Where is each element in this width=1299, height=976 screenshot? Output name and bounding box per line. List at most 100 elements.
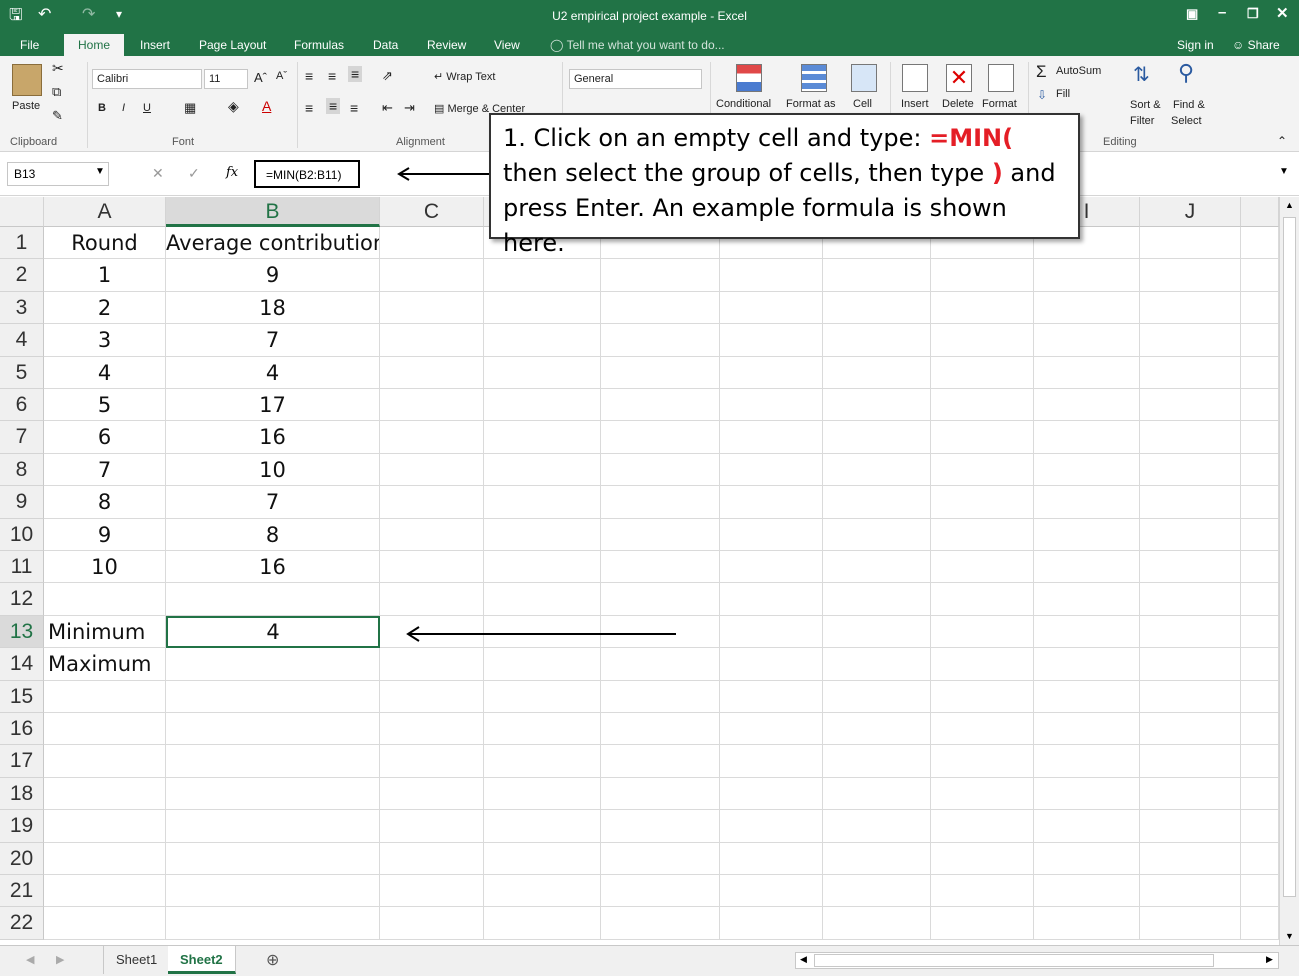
cell[interactable] xyxy=(720,745,823,778)
cell[interactable] xyxy=(1241,518,1279,551)
row-header[interactable]: 17 xyxy=(0,745,44,778)
cell[interactable] xyxy=(720,324,823,357)
cell[interactable] xyxy=(1241,842,1279,875)
cell[interactable] xyxy=(823,486,931,519)
share-button[interactable]: ☺ Share xyxy=(1232,38,1280,52)
cell[interactable] xyxy=(601,421,720,454)
align-middle-icon[interactable]: ≡ xyxy=(328,68,336,84)
cell[interactable] xyxy=(720,356,823,389)
fill-color-icon[interactable]: ◈ xyxy=(228,98,239,115)
format-cells-icon[interactable] xyxy=(988,64,1014,92)
conditional-formatting-button[interactable]: Conditional xyxy=(716,98,771,110)
cell[interactable] xyxy=(601,389,720,422)
format-painter-icon[interactable]: ✎ xyxy=(52,108,63,124)
cell[interactable] xyxy=(601,453,720,487)
cell[interactable] xyxy=(823,842,931,875)
cell[interactable] xyxy=(1140,615,1241,649)
cell-b10[interactable]: 8 xyxy=(166,518,380,551)
cell[interactable] xyxy=(1034,648,1140,681)
cell[interactable] xyxy=(1140,356,1241,389)
cell-a16[interactable] xyxy=(44,713,166,746)
cell[interactable] xyxy=(484,486,601,519)
cell-a19[interactable] xyxy=(44,810,166,843)
cell[interactable] xyxy=(484,648,601,681)
row-header[interactable]: 14 xyxy=(0,648,44,681)
cell[interactable] xyxy=(823,551,931,584)
italic-button[interactable]: I xyxy=(122,102,125,114)
insert-cells-button[interactable]: Insert xyxy=(901,98,929,110)
sheet-tab-sheet2[interactable]: Sheet2 xyxy=(168,946,236,974)
cell[interactable] xyxy=(823,291,931,325)
cell[interactable] xyxy=(720,551,823,584)
cell-b19[interactable] xyxy=(166,810,380,843)
cell[interactable] xyxy=(484,324,601,357)
cell-b22[interactable] xyxy=(166,907,380,940)
cell[interactable] xyxy=(823,907,931,940)
cell[interactable] xyxy=(1241,615,1279,649)
row-header[interactable]: 11 xyxy=(0,551,44,584)
cell[interactable] xyxy=(1140,453,1241,487)
cell[interactable] xyxy=(931,745,1034,778)
cell[interactable] xyxy=(1140,551,1241,584)
delete-cells-icon[interactable]: ✕ xyxy=(946,64,972,92)
cell-b12[interactable] xyxy=(166,583,380,616)
row-header[interactable]: 10 xyxy=(0,518,44,551)
cell[interactable] xyxy=(823,713,931,746)
autosum-button[interactable]: AutoSum xyxy=(1056,65,1101,77)
cell[interactable] xyxy=(1140,842,1241,875)
cell-styles-button[interactable]: Cell xyxy=(853,98,872,110)
autosum-icon[interactable]: Σ xyxy=(1036,62,1047,82)
cell[interactable] xyxy=(484,389,601,422)
row-header[interactable]: 21 xyxy=(0,875,44,908)
cell[interactable] xyxy=(601,745,720,778)
cell[interactable] xyxy=(931,907,1034,940)
cell[interactable] xyxy=(1034,324,1140,357)
cell[interactable] xyxy=(931,518,1034,551)
cell[interactable] xyxy=(601,551,720,584)
cell[interactable] xyxy=(720,875,823,908)
format-as-table-icon[interactable] xyxy=(801,64,827,92)
tab-formulas[interactable]: Formulas xyxy=(294,38,344,52)
cell[interactable] xyxy=(1034,810,1140,843)
cell[interactable] xyxy=(1241,324,1279,357)
cell[interactable] xyxy=(1034,875,1140,908)
cell[interactable] xyxy=(1241,453,1279,487)
cell-b17[interactable] xyxy=(166,745,380,778)
cell[interactable] xyxy=(1034,907,1140,940)
close-icon[interactable]: ✕ xyxy=(1276,4,1289,22)
cell[interactable] xyxy=(931,551,1034,584)
cell[interactable] xyxy=(823,810,931,843)
cell[interactable] xyxy=(931,583,1034,616)
add-sheet-icon[interactable]: ⊕ xyxy=(266,950,279,970)
cell[interactable] xyxy=(484,518,601,551)
cell[interactable] xyxy=(601,324,720,357)
cell[interactable] xyxy=(484,810,601,843)
formula-input[interactable]: =MIN(B2:B11) xyxy=(254,160,360,188)
tab-insert[interactable]: Insert xyxy=(140,38,170,52)
cell-a20[interactable] xyxy=(44,842,166,875)
sort-filter-label-2[interactable]: Filter xyxy=(1130,115,1154,127)
cell[interactable] xyxy=(1241,551,1279,584)
cell-b3[interactable]: 18 xyxy=(166,291,380,325)
cell[interactable] xyxy=(380,907,484,940)
cell[interactable] xyxy=(1034,291,1140,325)
cell-b8[interactable]: 10 xyxy=(166,453,380,487)
cell[interactable] xyxy=(1140,421,1241,454)
cell[interactable] xyxy=(720,583,823,616)
cell[interactable] xyxy=(380,842,484,875)
row-header[interactable]: 19 xyxy=(0,810,44,843)
cell[interactable] xyxy=(1034,518,1140,551)
cell[interactable] xyxy=(380,648,484,681)
cell[interactable] xyxy=(1034,421,1140,454)
cell[interactable] xyxy=(720,713,823,746)
cell[interactable] xyxy=(823,745,931,778)
cell[interactable] xyxy=(720,615,823,649)
cell-a2[interactable]: 1 xyxy=(44,259,166,292)
cell[interactable] xyxy=(380,810,484,843)
cell[interactable] xyxy=(1241,680,1279,713)
cell[interactable] xyxy=(484,777,601,811)
align-center-icon[interactable]: ≡ xyxy=(326,98,341,114)
cell[interactable] xyxy=(823,421,931,454)
cell[interactable] xyxy=(931,713,1034,746)
cell[interactable] xyxy=(931,324,1034,357)
